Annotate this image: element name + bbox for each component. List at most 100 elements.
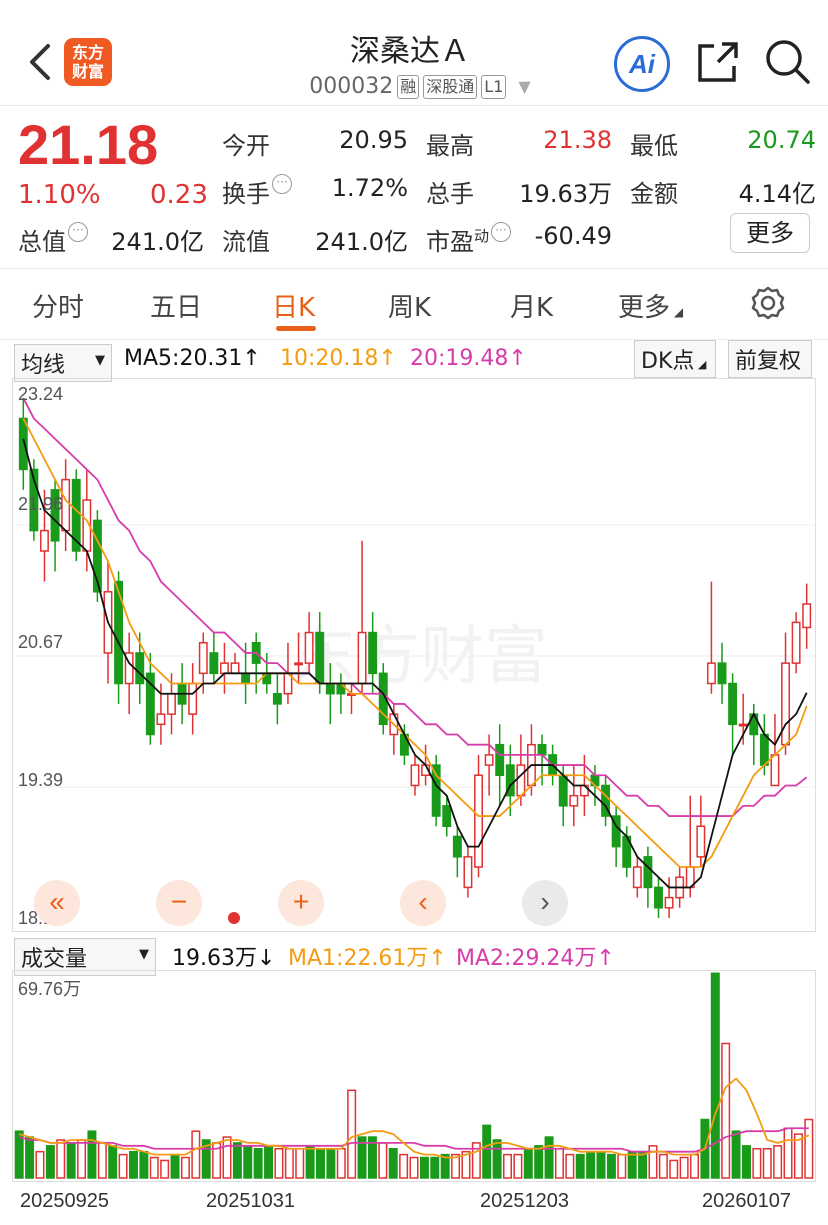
change-percent: 1.10%	[18, 180, 101, 210]
tag-connect: 深股通	[423, 74, 478, 99]
adjust-button[interactable]: 前复权	[728, 340, 812, 378]
dk-button[interactable]: DK点 ◢	[634, 340, 716, 378]
y-tick-label: 19.39	[18, 770, 64, 790]
candle-down	[558, 774, 568, 807]
candle-up	[770, 754, 780, 787]
open-value: 20.95	[339, 126, 408, 154]
volume-bar-up	[409, 1156, 419, 1179]
candle-up	[706, 662, 716, 685]
float-cap-label: 流值	[222, 228, 270, 256]
tab-intraday[interactable]: 分时	[32, 287, 84, 324]
volume-value: 19.63万	[519, 180, 612, 208]
volume-label: 总手	[426, 180, 474, 208]
high-value: 21.38	[543, 126, 612, 154]
candle-down	[452, 835, 462, 858]
volume-bar-up	[295, 1148, 305, 1179]
candle-down	[315, 631, 325, 685]
volume-max-label: 69.76万	[18, 979, 82, 999]
volume-bar-down	[264, 1145, 274, 1179]
info-icon[interactable]: ···	[491, 222, 512, 242]
zoom-in-button[interactable]: +	[278, 880, 324, 926]
turnover-value: 1.72%	[331, 174, 408, 202]
candle-down	[431, 764, 441, 817]
tab-monthly-k[interactable]: 月K	[510, 287, 553, 324]
tab-daily-k[interactable]: 日K	[272, 287, 315, 324]
logo-line-2: 财富	[71, 62, 104, 81]
gear-icon[interactable]	[750, 285, 786, 326]
candle-down	[368, 631, 378, 675]
indicator-select[interactable]: 均线 ▼	[14, 344, 112, 382]
pe-label: 市盈动 ···	[426, 222, 512, 257]
candle-down	[135, 652, 145, 685]
candle-up	[696, 825, 706, 858]
volume-bar-down	[575, 1153, 585, 1179]
volume-bar-down	[316, 1148, 325, 1179]
volume-bar-up	[669, 1159, 679, 1179]
candle-down	[442, 805, 452, 827]
volume-bar-down	[534, 1145, 544, 1179]
turnover-label: 换手 ···	[222, 174, 292, 209]
volume-ma2-line	[18, 1127, 809, 1153]
volume-bar-down	[243, 1145, 253, 1179]
app-logo: 东方 财富	[64, 38, 112, 86]
volume-ma1: MA1:22.61万↑	[288, 946, 447, 971]
ai-button[interactable]: Ai	[614, 36, 670, 92]
volume-bar-up	[658, 1153, 668, 1179]
volume-bar-down	[710, 972, 720, 1179]
y-tick-label: 20.67	[18, 632, 64, 652]
candle-up	[632, 866, 642, 889]
volume-bar-up	[160, 1159, 170, 1179]
scroll-left-button[interactable]: ‹	[400, 880, 446, 926]
candle-down	[654, 886, 663, 909]
volume-bar-up	[274, 1148, 284, 1179]
tab-weekly-k[interactable]: 周K	[388, 287, 431, 324]
ma5-value: MA5:20.31↑	[124, 346, 261, 371]
volume-chart[interactable]	[12, 970, 816, 1182]
volume-current: 19.63万↓	[172, 946, 276, 971]
candle-down	[759, 733, 769, 766]
volume-bar-up	[191, 1130, 201, 1179]
tag-margin: 融	[397, 74, 420, 99]
tab-five-day[interactable]: 五日	[150, 287, 202, 324]
candle-down	[18, 417, 28, 471]
candle-up	[664, 896, 674, 909]
current-dot	[228, 912, 240, 924]
volume-bar-down	[139, 1150, 149, 1179]
volume-bar-up	[149, 1156, 159, 1179]
logo-line-1: 东方	[71, 43, 104, 62]
candle-up	[304, 631, 314, 664]
x-date-label: 20251031	[206, 1190, 295, 1212]
zoom-out-button[interactable]: −	[156, 880, 202, 926]
more-button[interactable]: 更多	[730, 213, 810, 253]
scroll-start-button[interactable]: «	[34, 880, 80, 926]
x-date-label: 20260107	[702, 1190, 791, 1212]
candle-up	[484, 754, 494, 766]
info-icon[interactable]: ···	[68, 222, 88, 242]
scroll-right-button[interactable]: ›	[522, 880, 568, 926]
candle-down	[272, 692, 282, 705]
ma20-value: 20:19.48↑	[410, 346, 527, 371]
low-label: 最低	[630, 132, 678, 160]
candle-up	[198, 641, 208, 675]
volume-bar-up	[347, 1089, 357, 1179]
volume-bar-up	[56, 1139, 66, 1179]
volume-bar-up	[565, 1153, 575, 1179]
volume-bar-up	[284, 1148, 294, 1179]
volume-bar-down	[232, 1142, 242, 1179]
info-icon[interactable]: ···	[272, 174, 292, 194]
candlestick-chart[interactable]: 东方财富	[12, 378, 816, 932]
share-icon[interactable]	[694, 38, 742, 86]
chevron-down-icon[interactable]: ▼	[518, 77, 530, 96]
period-tabs: 分时 五日 日K 周K 月K 更多 ◢	[0, 268, 828, 340]
amount-label: 金额	[630, 180, 678, 208]
volume-ma2: MA2:29.24万↑	[456, 946, 615, 971]
volume-bar-up	[77, 1139, 87, 1179]
float-cap-value: 241.0亿	[315, 228, 408, 256]
tab-more[interactable]: 更多 ◢	[618, 287, 683, 324]
x-date-label: 20250925	[20, 1190, 109, 1212]
candle-up	[156, 713, 166, 726]
search-icon[interactable]	[762, 36, 812, 86]
back-icon[interactable]	[22, 40, 62, 84]
volume-bar-down	[128, 1150, 138, 1179]
candle-up	[167, 692, 176, 715]
